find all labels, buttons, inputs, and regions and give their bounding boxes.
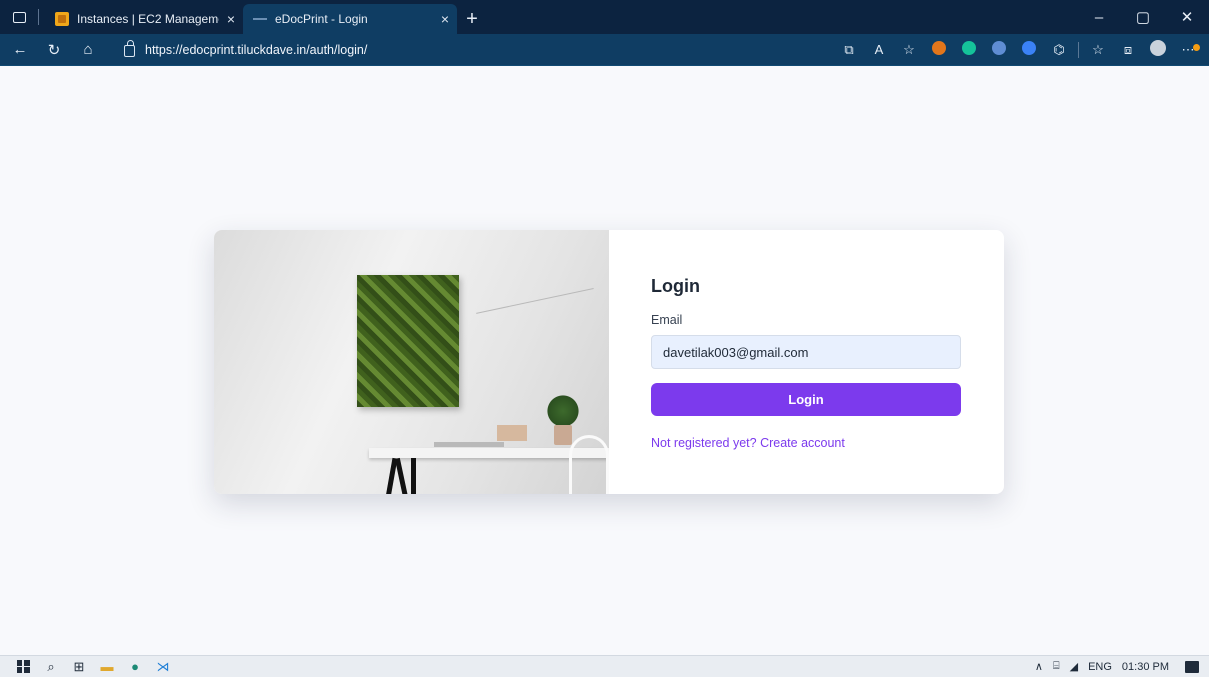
notification-badge	[1193, 43, 1200, 51]
refresh-button[interactable]: ↻	[40, 36, 68, 64]
tab-actions-button[interactable]	[0, 0, 38, 34]
metamask-extension-icon[interactable]	[924, 41, 954, 58]
search-icon[interactable]: ⌕	[38, 656, 64, 677]
extension-icon[interactable]	[984, 41, 1014, 58]
refresh-icon: ↻	[47, 41, 61, 59]
close-icon[interactable]: ×	[441, 11, 449, 27]
file-explorer-icon[interactable]: ▬	[94, 656, 120, 677]
settings-more-button[interactable]: ⋯	[1173, 42, 1203, 58]
tab-separator	[38, 9, 39, 25]
laptop	[434, 442, 504, 447]
decorative-desk-image	[214, 230, 609, 494]
window-controls: – ▢ ✕	[1077, 0, 1209, 34]
address-bar[interactable]: https://edocprint.tiluckdave.in/auth/log…	[124, 39, 368, 57]
tab-title: Instances | EC2 Management Co	[77, 12, 219, 26]
close-icon[interactable]: ×	[227, 11, 235, 27]
favorites-button[interactable]: ☆	[1083, 42, 1113, 58]
clock[interactable]: 01:30 PM	[1122, 661, 1169, 673]
collections-button[interactable]: ⧈	[1113, 42, 1143, 58]
start-button[interactable]	[10, 656, 36, 677]
toolbar-actions: ⧉ A ☆ ⌬ ☆ ⧈ ⋯	[834, 40, 1209, 59]
grammarly-extension-icon[interactable]	[954, 41, 984, 58]
language-indicator[interactable]: ENG	[1088, 661, 1112, 673]
desk-leg	[411, 458, 416, 494]
home-icon: ⌂	[83, 41, 93, 58]
tab-actions-icon	[12, 11, 26, 23]
plant-pot	[554, 425, 572, 445]
aws-icon	[55, 12, 69, 26]
chevron-up-icon[interactable]: ∧	[1035, 660, 1043, 673]
task-view-icon[interactable]: ⊞	[66, 656, 92, 677]
vscode-icon[interactable]: ⋊	[150, 656, 176, 677]
login-button[interactable]: Login	[651, 383, 961, 416]
desk-leg	[394, 457, 409, 494]
create-account-link[interactable]: Not registered yet? Create account	[651, 436, 962, 450]
minimize-button[interactable]: –	[1077, 9, 1121, 26]
login-form: Login Email Login Not registered yet? Cr…	[609, 230, 1004, 494]
desk-box	[497, 425, 527, 441]
tab-title: eDocPrint - Login	[275, 12, 368, 26]
plant	[544, 394, 582, 428]
extensions-button[interactable]: ⌬	[1044, 42, 1074, 58]
back-arrow-icon: ←	[12, 41, 28, 58]
email-field[interactable]	[651, 335, 961, 369]
chair	[569, 435, 609, 494]
page-title: Login	[651, 276, 700, 296]
browser-tab-strip: Instances | EC2 Management Co × eDocPrin…	[0, 0, 1209, 34]
extension-icon[interactable]	[1014, 41, 1044, 58]
notification-center-icon[interactable]	[1185, 660, 1199, 673]
login-card: Login Email Login Not registered yet? Cr…	[214, 230, 1004, 494]
read-aloud-button[interactable]: A	[864, 42, 894, 57]
tab-edocprint-login[interactable]: eDocPrint - Login ×	[243, 4, 457, 34]
edge-browser-icon[interactable]: ●	[122, 656, 148, 677]
lock-icon	[124, 39, 135, 57]
windows-icon	[16, 660, 30, 673]
restore-button[interactable]: ▢	[1121, 8, 1165, 26]
url-text: https://edocprint.tiluckdave.in/auth/log…	[145, 42, 368, 57]
network-icon[interactable]: ⌸	[1053, 660, 1060, 673]
system-tray: ∧ ⌸ ◢ ENG 01:30 PM	[1035, 660, 1199, 673]
back-button[interactable]: ←	[6, 36, 34, 64]
browser-toolbar: ← ↻ ⌂ https://edocprint.tiluckdave.in/au…	[0, 34, 1209, 66]
toolbar-divider	[1078, 41, 1079, 58]
windows-taskbar: ⌕ ⊞ ▬ ● ⋊ ∧ ⌸ ◢ ENG 01:30 PM	[0, 655, 1209, 677]
profile-button[interactable]	[1143, 40, 1173, 59]
page-favicon-icon	[253, 18, 267, 20]
close-window-button[interactable]: ✕	[1165, 8, 1209, 26]
add-favorite-button[interactable]: ☆	[894, 42, 924, 58]
new-tab-button[interactable]: +	[457, 4, 487, 34]
home-button[interactable]: ⌂	[74, 36, 102, 64]
volume-icon[interactable]: ◢	[1070, 660, 1078, 673]
email-label: Email	[651, 313, 683, 327]
open-in-app-button[interactable]: ⧉	[834, 42, 864, 58]
avatar	[1150, 40, 1166, 56]
wall-crack	[476, 287, 602, 353]
tab-ec2-instances[interactable]: Instances | EC2 Management Co ×	[45, 4, 243, 34]
leaf-painting	[357, 275, 459, 407]
